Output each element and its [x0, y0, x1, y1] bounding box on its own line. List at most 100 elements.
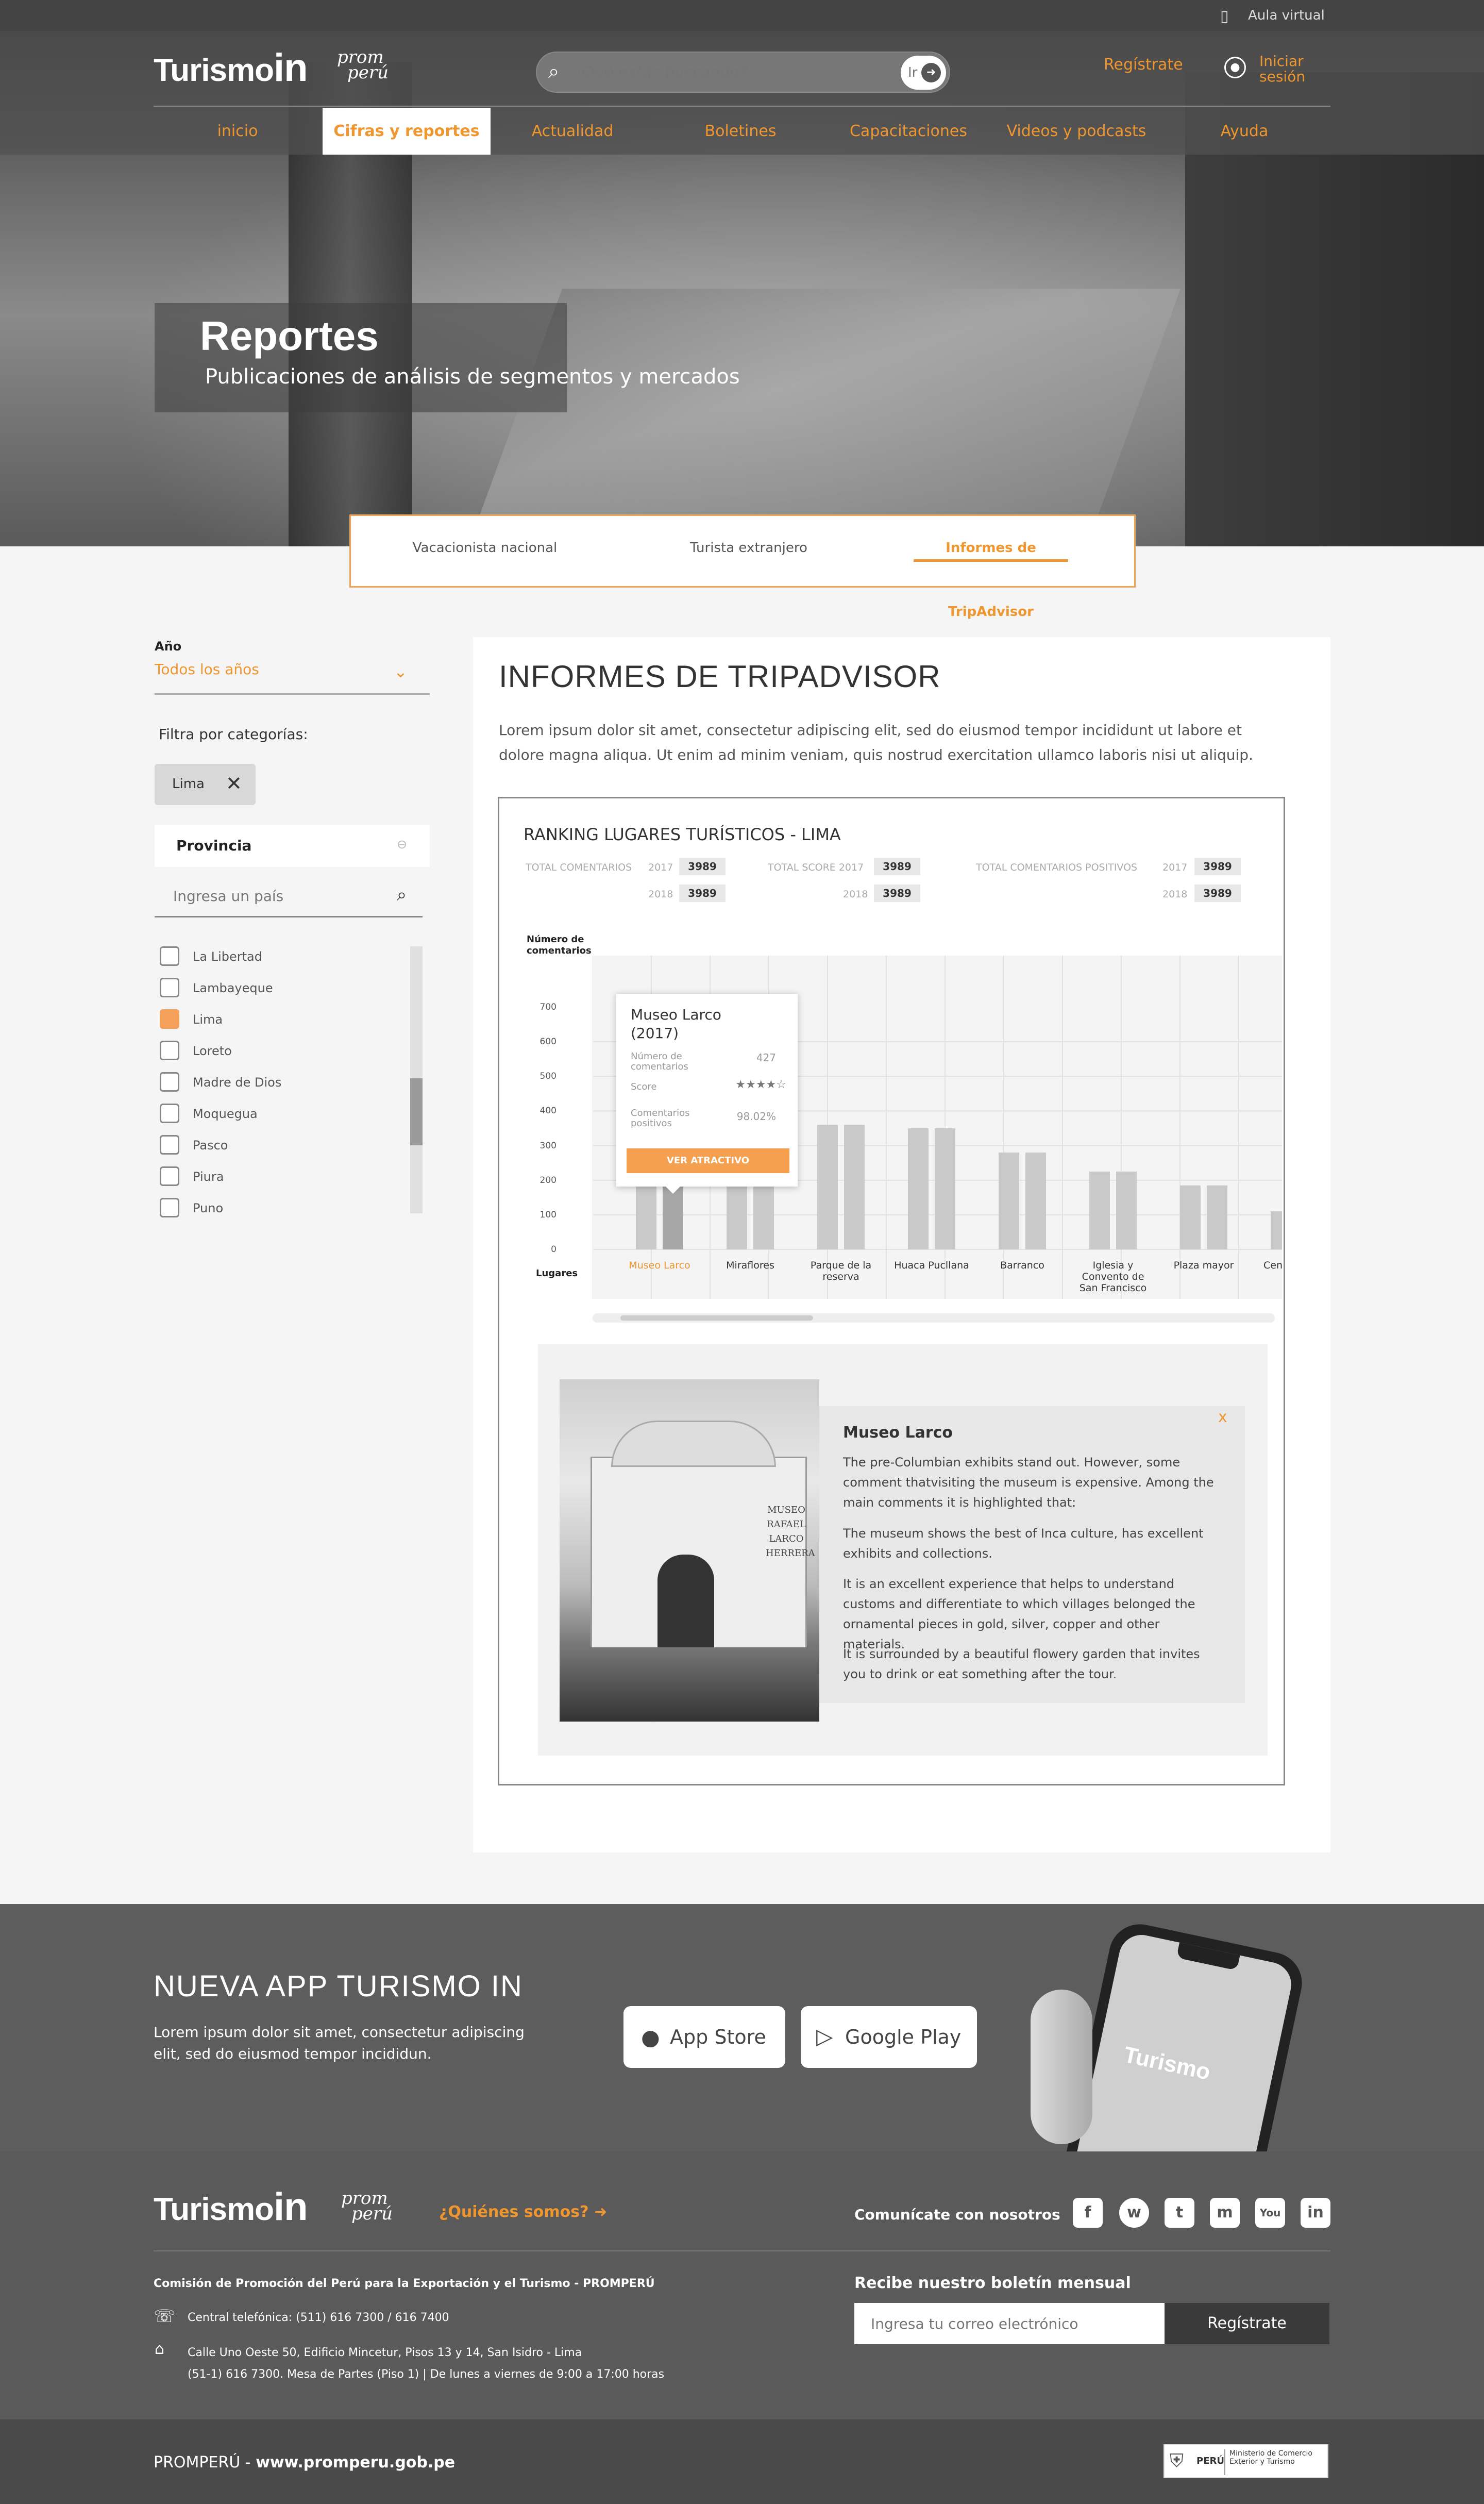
region-checkbox[interactable] — [160, 1166, 179, 1186]
newsletter-email-input[interactable] — [854, 2303, 1165, 2344]
tooltip-comments-label: Número de comentarios — [631, 1051, 688, 1072]
chart-bar[interactable] — [935, 1128, 955, 1249]
nav-cifras-reportes[interactable]: Cifras y reportes — [323, 108, 491, 155]
chart-bar[interactable] — [999, 1153, 1019, 1249]
stat-year-positive-2: 2018 — [1162, 889, 1188, 900]
google-play-label: Google Play — [845, 2026, 962, 2048]
facebook-icon[interactable]: f — [1073, 2198, 1103, 2228]
nav-capacitaciones[interactable]: Capacitaciones — [824, 108, 992, 155]
chart-bar[interactable] — [844, 1125, 865, 1249]
chart-hscroll-thumb[interactable] — [620, 1315, 813, 1321]
chart-bar[interactable] — [1089, 1171, 1110, 1249]
region-item[interactable]: Puno — [160, 1198, 402, 1221]
promperu-logo-line2: perú — [347, 62, 389, 83]
whatsapp-icon[interactable]: w — [1119, 2198, 1149, 2228]
region-checkbox[interactable] — [160, 1072, 179, 1092]
register-link[interactable]: Regístrate — [1104, 56, 1183, 74]
tab-tripadvisor[interactable]: Informes de TripAdvisor — [908, 516, 1073, 620]
region-checkbox[interactable] — [160, 1041, 179, 1060]
footer-logo[interactable]: Turismoin — [154, 2184, 308, 2229]
x-tick-label[interactable]: Barranco — [981, 1260, 1064, 1271]
detail-title: Museo Larco — [843, 1424, 953, 1442]
province-header[interactable]: Provincia ⊖ — [155, 825, 430, 867]
region-label: Pasco — [193, 1138, 228, 1153]
region-checkbox[interactable] — [160, 1135, 179, 1155]
region-scrollbar[interactable] — [410, 946, 423, 1213]
mail-icon[interactable]: m — [1210, 2198, 1240, 2228]
chart-bar[interactable] — [817, 1125, 838, 1249]
region-item[interactable]: Moquegua — [160, 1104, 402, 1126]
promperu-logo[interactable]: prom perú — [322, 48, 389, 83]
region-item[interactable]: Madre de Dios — [160, 1072, 402, 1095]
who-we-are-link[interactable]: ¿Quiénes somos? ➜ — [439, 2203, 607, 2221]
login-label-1: Iniciar — [1259, 53, 1304, 70]
bottom-prefix: PROMPERÚ - — [154, 2453, 256, 2472]
x-tick-label[interactable]: Parque de la reserva — [800, 1260, 882, 1282]
y-tick-label: 600 — [539, 1037, 556, 1047]
chevron-down-icon: ⌄ — [394, 662, 408, 681]
region-item[interactable]: Lambayeque — [160, 978, 402, 1000]
museum-photo: MUSEO RAFAEL LARCO HERRERA — [560, 1379, 819, 1722]
region-item[interactable]: Pasco — [160, 1135, 402, 1158]
x-tick-label[interactable]: Huaca Pucllana — [890, 1260, 973, 1271]
region-item[interactable]: Loreto — [160, 1041, 402, 1063]
nav-actualidad[interactable]: Actualidad — [488, 108, 656, 155]
twitter-icon[interactable]: t — [1165, 2198, 1194, 2228]
x-tick-label[interactable]: Museo Larco — [618, 1260, 701, 1271]
turismo-in-logo[interactable]: Turismoin — [154, 45, 308, 90]
app-text-2: elit, sed do eiusmod tempor incididun. — [154, 2045, 432, 2062]
region-checkbox[interactable] — [160, 1104, 179, 1123]
search-input[interactable] — [574, 60, 893, 85]
detail-paragraph-3: It is an excellent experience that helps… — [843, 1577, 1195, 1651]
year-select[interactable]: Todos los años ⌄ — [155, 661, 430, 695]
tab-vacacionista[interactable]: Vacacionista nacional — [382, 516, 588, 586]
region-item[interactable]: Lima — [160, 1009, 402, 1032]
region-item[interactable]: Piura — [160, 1166, 402, 1189]
chart-bar[interactable] — [1180, 1185, 1201, 1249]
y-tick-label: 700 — [539, 1002, 556, 1012]
tooltip-positive-value: 98.02% — [736, 1110, 776, 1123]
app-store-button[interactable]: ● App Store — [623, 2006, 785, 2068]
linkedin-icon[interactable]: in — [1301, 2198, 1330, 2228]
aula-virtual-link[interactable]: Aula virtual — [1248, 8, 1325, 23]
bottom-url[interactable]: PROMPERÚ - www.promperu.gob.pe — [154, 2453, 455, 2472]
chart-bar[interactable] — [908, 1128, 929, 1249]
region-scrollbar-thumb[interactable] — [410, 1078, 423, 1145]
chart-bar[interactable] — [1271, 1211, 1282, 1249]
detail-close-button[interactable]: x — [1218, 1408, 1227, 1426]
footer-promperu-logo[interactable]: prom perú — [326, 2190, 393, 2223]
region-checkbox[interactable] — [160, 1009, 179, 1029]
close-icon[interactable]: ✕ — [226, 772, 242, 795]
youtube-icon[interactable]: You — [1255, 2198, 1285, 2228]
book-icon: ▯ — [1220, 7, 1229, 25]
chart-bar[interactable] — [1116, 1171, 1137, 1249]
x-tick-label[interactable]: Plaza mayor — [1162, 1260, 1245, 1271]
ministry-name: Ministerio de Comercio Exterior y Turism… — [1229, 2449, 1312, 2466]
view-attraction-button[interactable]: VER ATRACTIVO — [627, 1148, 789, 1173]
hand-graphic — [1031, 1990, 1092, 2144]
google-play-button[interactable]: ▷ Google Play — [801, 2006, 977, 2068]
country-search-input[interactable] — [173, 884, 379, 907]
region-checkbox[interactable] — [160, 946, 179, 966]
x-tick-label[interactable]: Miraflores — [709, 1260, 791, 1271]
collapse-icon[interactable]: ⊖ — [397, 837, 407, 852]
x-tick-label[interactable]: Iglesia y Convento de San Francisco — [1072, 1260, 1154, 1294]
region-checkbox[interactable] — [160, 978, 179, 997]
tab-turista-extranjero[interactable]: Turista extranjero — [646, 516, 852, 586]
chart-hscroll[interactable] — [593, 1313, 1275, 1323]
nav-ayuda[interactable]: Ayuda — [1160, 108, 1328, 155]
chart-bar[interactable] — [1025, 1153, 1046, 1249]
chart-bar[interactable] — [1207, 1185, 1227, 1249]
nav-inicio[interactable]: inicio — [154, 108, 322, 155]
newsletter-register-button[interactable]: Regístrate — [1165, 2303, 1329, 2344]
stat-year-positive-1: 2017 — [1162, 862, 1188, 873]
ministry-logo: ⛨ PERÚ Ministerio de Comercio Exterior y… — [1163, 2444, 1328, 2478]
nav-boletines[interactable]: Boletines — [656, 108, 824, 155]
stat-label-positive: TOTAL COMENTARIOS POSITIVOS — [976, 862, 1138, 873]
search-icon: ⌕ — [548, 60, 560, 82]
x-tick-label[interactable]: Cen — [1263, 1260, 1294, 1271]
region-checkbox[interactable] — [160, 1198, 179, 1217]
nav-videos-podcasts[interactable]: Videos y podcasts — [992, 108, 1160, 155]
region-item[interactable]: La Libertad — [160, 946, 402, 969]
search-go-button[interactable]: Ir ➜ — [901, 56, 946, 90]
